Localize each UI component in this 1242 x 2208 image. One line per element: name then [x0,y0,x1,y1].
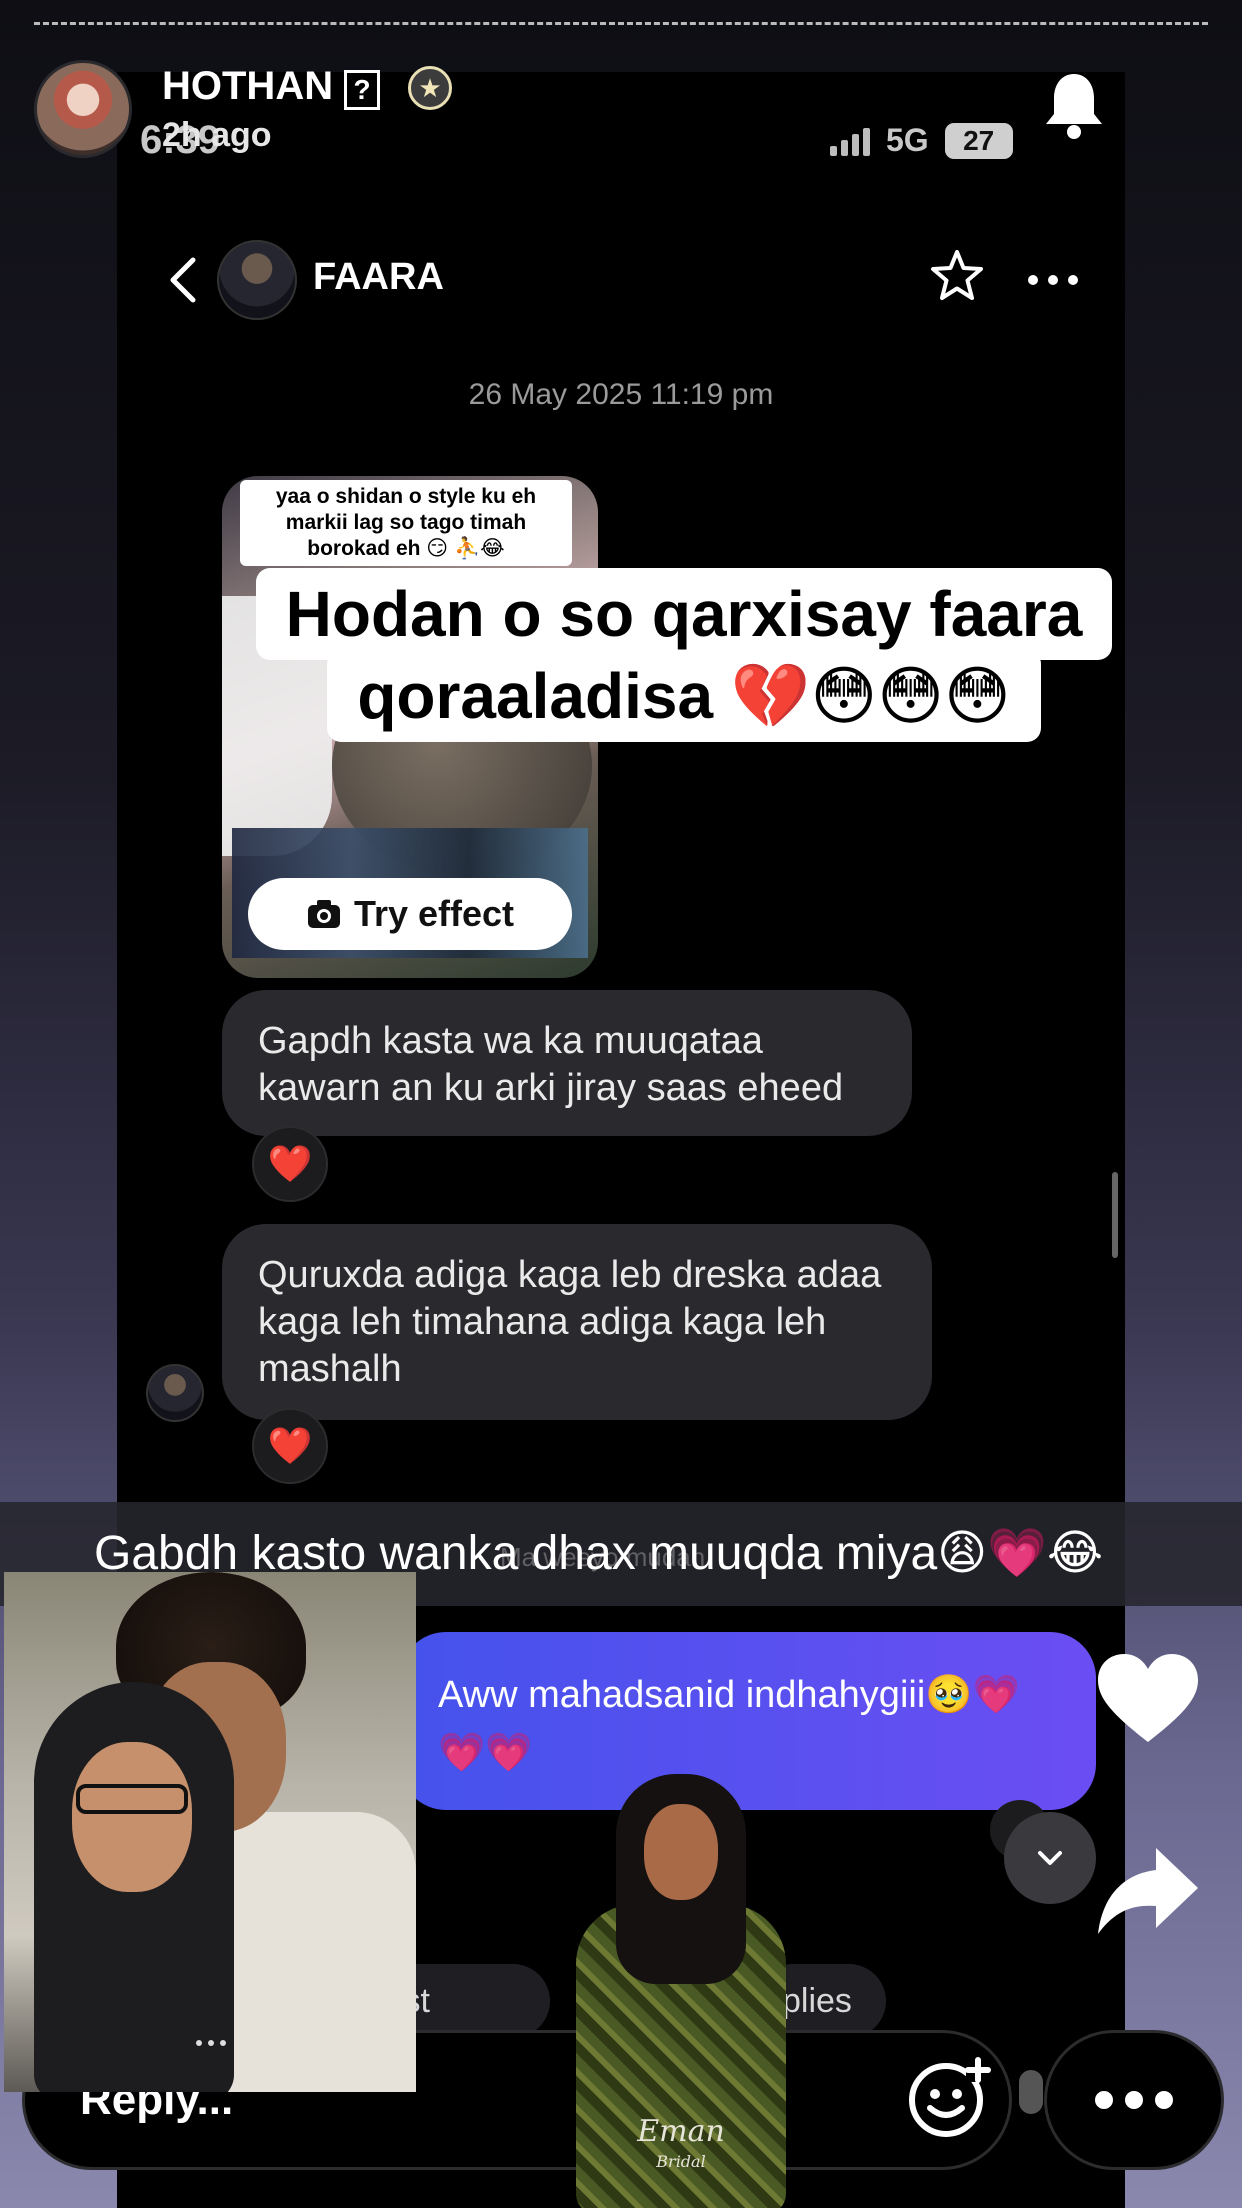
contact-avatar[interactable] [217,240,297,320]
like-heart-icon[interactable] [1092,1650,1204,1750]
try-effect-label: Try effect [353,893,515,934]
pip-page-dots [196,2040,226,2046]
received-message[interactable]: Gapdh kasta wa ka muuqataa kawarn an ku … [222,990,912,1136]
video-caption: yaa o shidan o style ku eh markii lag so… [240,480,572,566]
heart-reaction[interactable]: ❤️ [252,1126,328,1202]
heart-reaction-emoji: ❤️ [267,1425,313,1466]
try-effect-button[interactable]: Try effect [248,878,572,950]
story-time-ago: 2h ago [162,116,272,154]
star-badge-icon: ★ [408,66,452,110]
more-options-button[interactable] [1044,2030,1224,2170]
add-reaction-icon[interactable] [906,2054,992,2140]
overlay-title-line: qoraaladisa 💔😳😳😳 [327,650,1041,742]
photo-part [72,1742,192,1892]
sender-avatar [146,1364,204,1422]
chat-date: 26 May 2025 11:19 pm [468,378,774,411]
heart-reaction[interactable]: ❤️ [252,1408,328,1484]
overlay-title-line: Hodan o so qarxisay faara [255,568,1113,660]
share-arrow-icon[interactable] [1092,1842,1204,1942]
received-message[interactable]: Quruxda adiga kaga leb dreska adaa kaga … [222,1224,932,1420]
chevron-down-icon [1038,1851,1062,1865]
photo-part [76,1784,188,1814]
watermark-brand: Eman [637,2114,725,2149]
scroll-down-button[interactable] [1004,1812,1096,1904]
story-avatar[interactable] [34,60,132,158]
more-options-icon[interactable] [1023,250,1083,310]
bridal-sticker: Eman Bridal [556,1774,806,2208]
scrollbar[interactable] [1112,1172,1118,1258]
camera-icon [307,900,340,928]
bell-icon[interactable] [1042,70,1106,140]
watermark-sub: Bridal [656,2152,706,2171]
pip-couple-photo[interactable] [4,1572,416,2092]
contact-name[interactable]: FAARA [313,256,444,299]
question-mark-icon: ? [344,70,380,110]
heart-reaction-emoji: ❤️ [267,1143,313,1184]
chat-header: FAARA [117,230,1125,330]
sticker-part [644,1804,718,1900]
back-arrow-icon[interactable] [155,250,215,310]
story-header: HOTHAN ? ★ 2h ago [0,0,1242,160]
star-icon[interactable] [927,246,987,306]
story-username[interactable]: HOTHAN [162,64,333,109]
